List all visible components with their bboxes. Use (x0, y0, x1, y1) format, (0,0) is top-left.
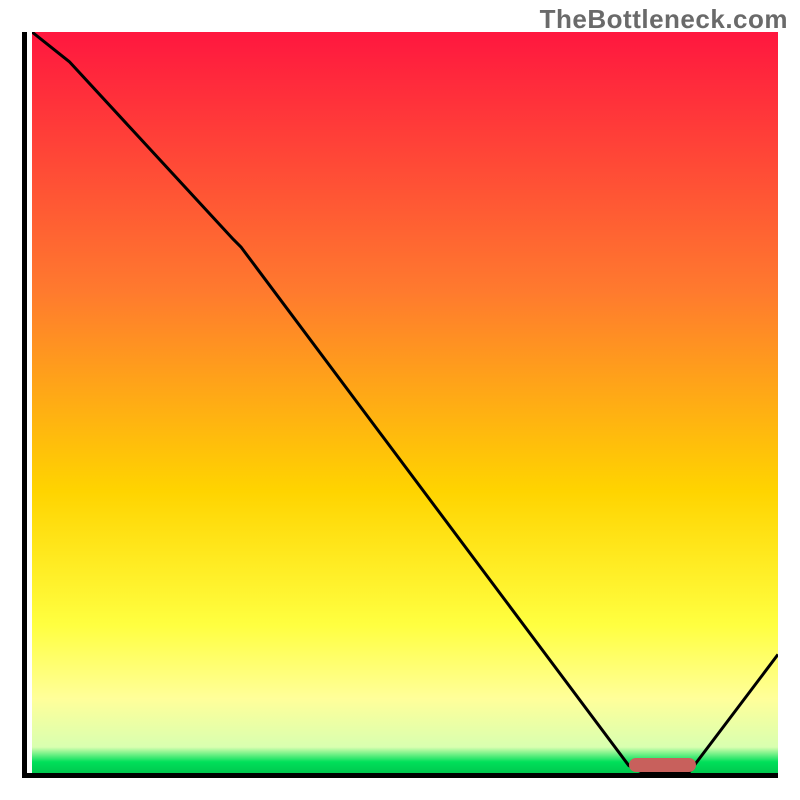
bottleneck-curve (32, 32, 778, 773)
watermark-text: TheBottleneck.com (540, 4, 788, 35)
optimum-marker (629, 758, 696, 772)
chart-stage: TheBottleneck.com (0, 0, 800, 800)
plot-area (22, 32, 778, 778)
